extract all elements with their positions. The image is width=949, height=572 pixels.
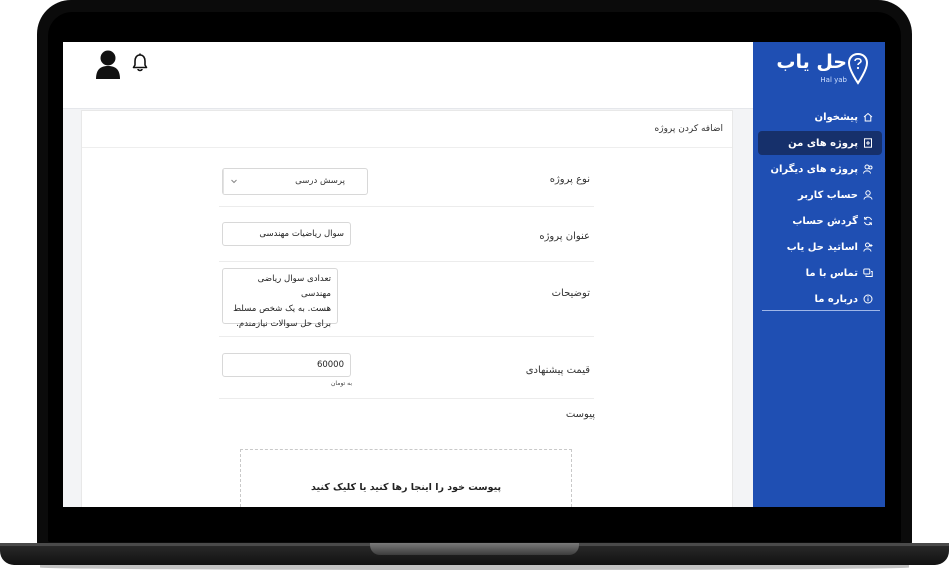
description-line: هست. به یک شخص مسلط <box>233 304 331 314</box>
refresh-icon <box>864 216 872 226</box>
sidebar-item-dashboard[interactable]: پیشخوان <box>758 105 882 129</box>
dropzone-text: پیوست خود را اینجا رها کنید یا کلیک کنید <box>310 482 502 493</box>
bell-icon[interactable] <box>132 53 148 73</box>
description-line: تعدادی سوال ریاضی مهندسی <box>257 274 331 299</box>
project-type-value: پرسش درسی <box>295 176 345 186</box>
sidebar-divider <box>762 310 880 311</box>
sidebar-item-transactions[interactable]: گردش حساب <box>758 209 882 233</box>
sidebar-item-label: پیشخوان <box>814 111 858 123</box>
project-title-input[interactable]: سوال ریاضیات مهندسی <box>222 222 351 246</box>
sidebar-item-label: پروژه های دیگران <box>770 163 858 175</box>
sidebar-item-label: پروژه های من <box>788 137 858 149</box>
sidebar-nav: پیشخوان پروژه های من پروژه های دیگران حس… <box>758 105 882 313</box>
sidebar: حل یاب Hal yab پیشخوان پروژه های من پروژ… <box>753 42 885 507</box>
description-line: برای حل سوالات نیازمندم. <box>236 319 331 329</box>
project-title-row: عنوان پروژه سوال ریاضیات مهندسی <box>219 207 594 262</box>
sidebar-item-others-projects[interactable]: پروژه های دیگران <box>758 157 882 181</box>
price-unit-hint: به تومان <box>331 380 353 387</box>
add-project-card: اضافه کردن پروژه نوع پروژه پرسش درسی عنو… <box>81 110 733 507</box>
attachment-label: پیوست <box>565 409 595 420</box>
sidebar-item-teachers[interactable]: اساتید حل یاب <box>758 235 882 259</box>
document-icon <box>864 138 872 148</box>
description-row: توضیحات تعدادی سوال ریاضی مهندسی هست. به… <box>219 262 594 337</box>
user-icon[interactable] <box>96 49 120 79</box>
attachment-dropzone[interactable]: پیوست خود را اینجا رها کنید یا کلیک کنید <box>240 449 572 507</box>
description-label: توضیحات <box>551 288 590 299</box>
price-row: قیمت پیشنهادی 60000 به تومان <box>219 337 594 399</box>
laptop-shadow <box>40 565 909 570</box>
laptop-notch <box>370 543 579 555</box>
sidebar-item-label: اساتید حل یاب <box>786 241 858 253</box>
sidebar-item-contact[interactable]: تماس با ما <box>758 261 882 285</box>
screen: حل یاب Hal yab پیشخوان پروژه های من پروژ… <box>63 42 885 507</box>
sidebar-item-label: درباره ما <box>814 293 859 305</box>
user-icon <box>863 190 873 200</box>
project-type-row: نوع پروژه پرسش درسی <box>219 148 594 207</box>
project-type-label: نوع پروژه <box>549 174 590 185</box>
sidebar-item-label: تماس با ما <box>805 267 858 279</box>
users-icon <box>863 164 873 174</box>
price-input[interactable]: 60000 <box>222 353 351 377</box>
home-icon <box>863 112 873 122</box>
sidebar-item-user-account[interactable]: حساب کاربر <box>758 183 882 207</box>
info-icon <box>863 294 873 304</box>
project-type-select[interactable]: پرسش درسی <box>222 168 368 195</box>
sidebar-item-about[interactable]: درباره ما <box>758 287 882 311</box>
brand-subtitle: Hal yab <box>820 76 847 84</box>
card-title: اضافه کردن پروژه <box>82 111 732 148</box>
teacher-icon <box>863 242 873 252</box>
price-value: 60000 <box>316 360 344 370</box>
sidebar-item-label: گردش حساب <box>792 215 858 227</box>
select-arrow <box>223 169 244 194</box>
chevron-down-icon <box>231 179 237 184</box>
top-bar <box>63 42 753 109</box>
chat-icon <box>863 268 873 277</box>
description-textarea[interactable]: تعدادی سوال ریاضی مهندسی هست. به یک شخص … <box>222 268 338 329</box>
sidebar-item-my-projects[interactable]: پروژه های من <box>758 131 882 155</box>
location-pin-icon <box>847 52 869 85</box>
brand-name: حل یاب <box>776 51 847 73</box>
sidebar-item-label: حساب کاربر <box>798 189 858 201</box>
project-title-value: سوال ریاضیات مهندسی <box>259 229 344 239</box>
project-title-label: عنوان پروژه <box>539 231 590 242</box>
price-label: قیمت پیشنهادی <box>525 365 590 376</box>
